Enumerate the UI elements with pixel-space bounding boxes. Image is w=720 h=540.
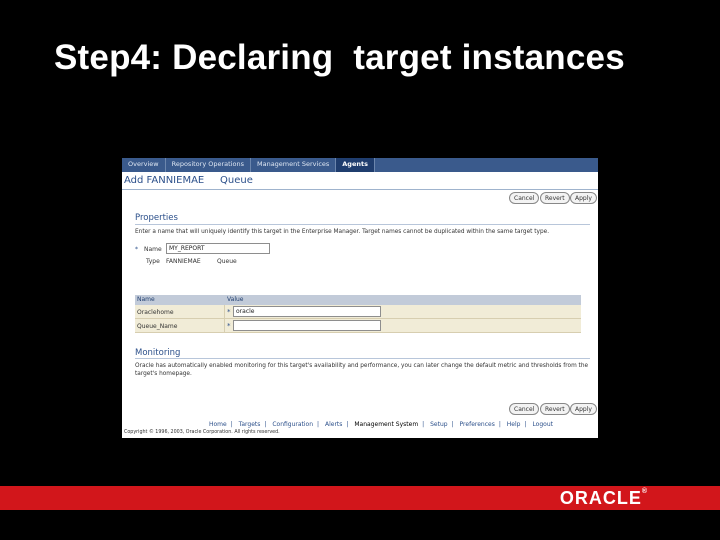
- page-title: Add FANNIEMAE: [124, 175, 205, 186]
- oracle-logo-text: ORACLE: [559, 488, 642, 508]
- column-divider: [224, 319, 225, 333]
- properties-description: Enter a name that will uniquely identify…: [135, 229, 550, 235]
- column-divider: [224, 305, 225, 319]
- name-input[interactable]: [166, 243, 270, 254]
- column-header-value: Value: [227, 296, 244, 303]
- param-name-oraclehome: Oraclehome: [137, 309, 174, 316]
- required-marker: *: [227, 322, 231, 330]
- required-marker: *: [227, 308, 231, 316]
- page-target-type: Queue: [220, 175, 253, 186]
- name-required-marker: *: [135, 246, 138, 253]
- footer-nav: Home | Targets | Configuration | Alerts | Ma…: [207, 421, 555, 428]
- apply-button-top[interactable]: Apply: [570, 192, 597, 204]
- footer-separator: |: [451, 421, 454, 428]
- param-name-queue-name: Queue_Name: [137, 323, 178, 330]
- oraclehome-input[interactable]: [233, 306, 381, 317]
- brand-band: ORACLE®: [0, 486, 720, 510]
- footer-separator: |: [422, 421, 425, 428]
- monitoring-divider: [135, 358, 590, 359]
- footer-link-setup[interactable]: Setup: [430, 421, 447, 428]
- slide-title: Step4: Declaring target instances: [54, 38, 625, 77]
- type-value: FANNIEMAE: [166, 258, 201, 265]
- page-header: Add FANNIEMAE Queue: [122, 172, 598, 190]
- footer-separator: |: [230, 421, 233, 428]
- table-row: Oraclehome *: [135, 305, 581, 319]
- parameters-table: Name Value Oraclehome * Queue_Name *: [135, 295, 581, 333]
- tab-repository-operations[interactable]: Repository Operations: [166, 158, 251, 172]
- revert-button-top[interactable]: Revert: [540, 192, 570, 204]
- tab-agents[interactable]: Agents: [336, 158, 375, 172]
- tab-management-services[interactable]: Management Services: [251, 158, 337, 172]
- cancel-button-bottom[interactable]: Cancel: [509, 403, 540, 415]
- revert-button-bottom[interactable]: Revert: [540, 403, 570, 415]
- apply-button-bottom[interactable]: Apply: [570, 403, 597, 415]
- footer-separator: |: [317, 421, 320, 428]
- name-label: Name: [144, 246, 162, 253]
- footer-link-help[interactable]: Help: [507, 421, 521, 428]
- footer-link-preferences[interactable]: Preferences: [460, 421, 495, 428]
- table-header: Name Value: [135, 295, 581, 305]
- tab-bar: Overview Repository Operations Managemen…: [122, 158, 598, 172]
- type-label: Type: [146, 258, 160, 265]
- footer-link-management-system[interactable]: Management System: [354, 421, 418, 428]
- registered-mark: ®: [641, 488, 648, 495]
- oracle-logo: ORACLE®: [560, 488, 648, 509]
- monitoring-description: Oracle has automatically enabled monitor…: [135, 363, 589, 377]
- em-screenshot: Overview Repository Operations Managemen…: [122, 158, 598, 438]
- footer-link-targets[interactable]: Targets: [239, 421, 261, 428]
- footer-link-configuration[interactable]: Configuration: [272, 421, 313, 428]
- monitoring-heading: Monitoring: [135, 348, 181, 358]
- footer-separator: |: [346, 421, 349, 428]
- properties-heading: Properties: [135, 213, 178, 223]
- queue-name-input[interactable]: [233, 320, 381, 331]
- table-row: Queue_Name *: [135, 319, 581, 333]
- column-header-name: Name: [137, 296, 155, 303]
- footer-link-home[interactable]: Home: [209, 421, 227, 428]
- footer-link-alerts[interactable]: Alerts: [325, 421, 342, 428]
- footer-link-logout[interactable]: Logout: [532, 421, 553, 428]
- properties-divider: [135, 224, 590, 225]
- type-value-queue: Queue: [217, 258, 237, 265]
- footer-separator: |: [264, 421, 267, 428]
- cancel-button-top[interactable]: Cancel: [509, 192, 540, 204]
- footer-separator: |: [498, 421, 501, 428]
- footer-separator: |: [524, 421, 527, 428]
- tab-overview[interactable]: Overview: [122, 158, 166, 172]
- copyright-text: Copyright © 1996, 2003, Oracle Corporati…: [124, 430, 280, 435]
